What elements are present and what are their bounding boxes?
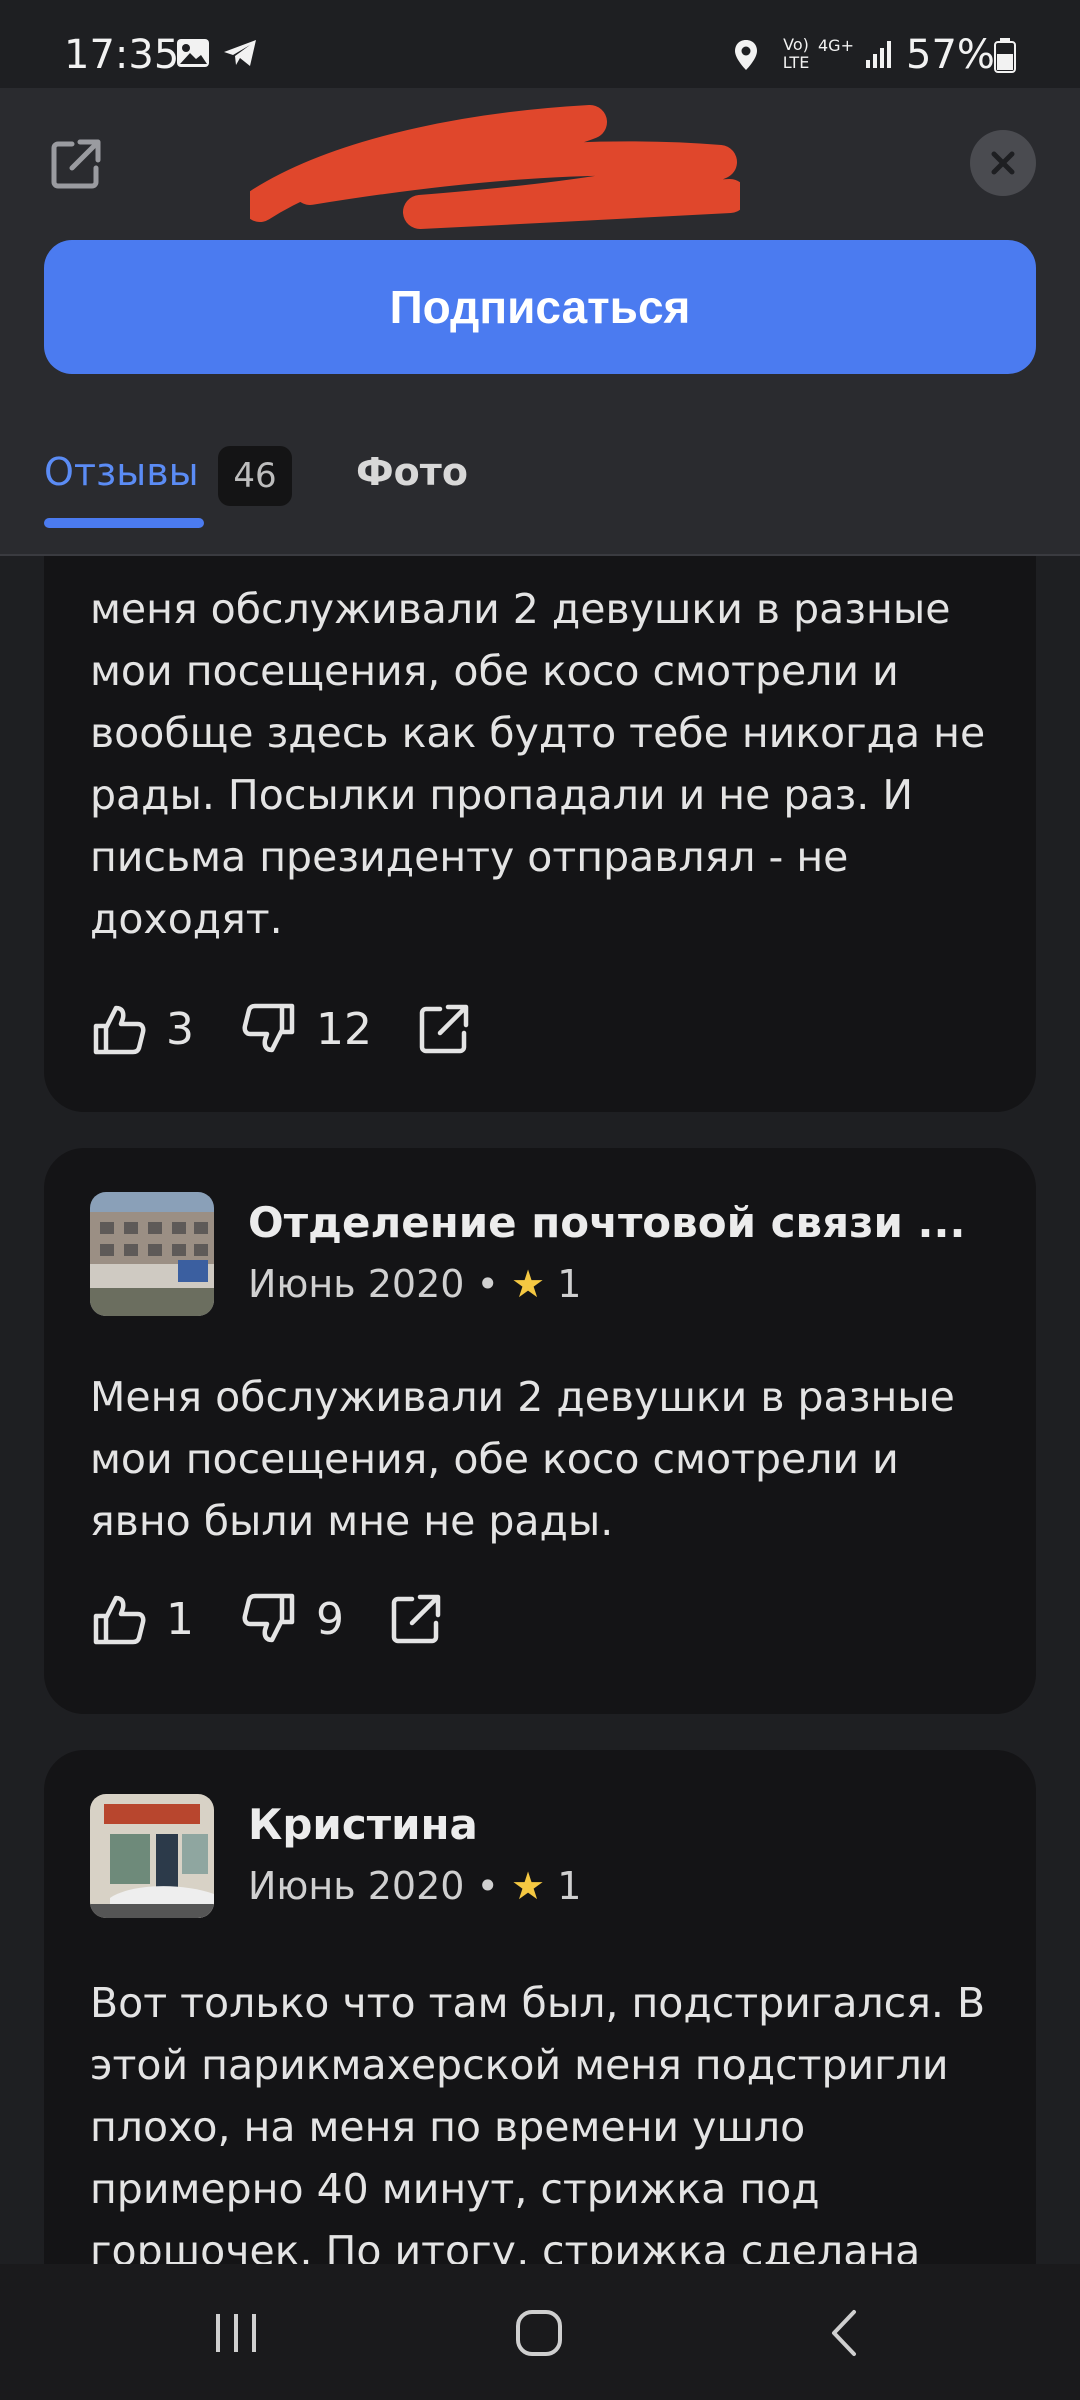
review-card: Отделение почтовой связи ... Июнь 2020 •…	[44, 1148, 1036, 1714]
thumbs-up-icon	[93, 1595, 146, 1645]
gallery-icon	[177, 39, 209, 67]
signal-icon	[866, 41, 891, 68]
battery-percent: 57%	[906, 32, 995, 78]
review-date: Июнь 2020	[248, 1864, 465, 1908]
subscribe-button[interactable]: Подписаться	[44, 240, 1036, 374]
star-icon: ★	[511, 1262, 546, 1306]
status-time: 17:35	[64, 32, 180, 78]
dislike-count: 9	[316, 1593, 344, 1645]
share-review-button[interactable]	[390, 1593, 460, 1645]
tab-photos[interactable]: Фото	[356, 450, 468, 494]
review-rating: 1	[557, 1864, 582, 1908]
location-icon	[735, 40, 757, 70]
system-nav-bar	[0, 2264, 1080, 2400]
thumbs-down-icon	[242, 1593, 295, 1643]
review-card: Кристина Июнь 2020 • ★ 1 Вот только что …	[44, 1750, 1036, 2350]
review-author[interactable]: Кристина	[248, 1800, 478, 1849]
share-icon	[419, 1004, 469, 1054]
review-author[interactable]: Отделение почтовой связи ...	[248, 1198, 965, 1247]
review-meta: Июнь 2020 • ★ 1	[248, 1262, 581, 1306]
review-text: Вот только что там был, подстригался. В …	[90, 1979, 986, 2275]
review-card: меня обслуживали 2 девушки в разные мои …	[44, 556, 1036, 1112]
dislike-count: 12	[316, 1003, 372, 1055]
close-button[interactable]	[970, 130, 1036, 196]
recent-apps-icon[interactable]	[212, 2312, 260, 2354]
review-text: Меня обслуживали 2 девушки в разные мои …	[90, 1373, 955, 1545]
share-review-button[interactable]	[418, 1003, 488, 1055]
home-icon[interactable]	[514, 2308, 564, 2358]
like-button[interactable]: 1	[90, 1590, 194, 1648]
building-photo	[90, 1192, 214, 1316]
review-rating: 1	[557, 1262, 582, 1306]
close-icon	[991, 151, 1015, 175]
storefront-photo	[90, 1794, 214, 1918]
telegram-icon	[224, 40, 256, 66]
separator-dot: •	[476, 1864, 512, 1908]
tab-reviews[interactable]: Отзывы	[44, 450, 199, 494]
thumbs-down-icon	[242, 1003, 295, 1053]
review-date: Июнь 2020	[248, 1262, 465, 1306]
open-external-icon[interactable]	[50, 138, 102, 190]
place-thumbnail[interactable]	[90, 1192, 214, 1316]
network-4g-indicator: 4G+	[818, 36, 854, 55]
dislike-button[interactable]: 9	[240, 1590, 344, 1648]
star-icon: ★	[511, 1864, 546, 1908]
like-count: 3	[166, 1003, 194, 1055]
review-actions: 1 9	[90, 1590, 506, 1648]
review-text: меня обслуживали 2 девушки в разные мои …	[90, 585, 986, 943]
back-icon[interactable]	[826, 2308, 860, 2358]
reviews-count-badge: 46	[218, 446, 292, 506]
review-meta: Июнь 2020 • ★ 1	[248, 1864, 581, 1908]
share-icon	[391, 1594, 441, 1644]
title-redaction-scribble	[250, 105, 740, 229]
review-actions: 3 12	[90, 1000, 534, 1058]
active-tab-indicator	[44, 518, 204, 528]
dislike-button[interactable]: 12	[240, 1000, 372, 1058]
like-button[interactable]: 3	[90, 1000, 194, 1058]
like-count: 1	[166, 1593, 194, 1645]
battery-icon	[994, 38, 1016, 73]
thumbs-up-icon	[93, 1005, 146, 1055]
separator-dot: •	[476, 1262, 512, 1306]
place-thumbnail[interactable]	[90, 1794, 214, 1918]
volte-indicator: Vo) LTE	[782, 35, 810, 72]
